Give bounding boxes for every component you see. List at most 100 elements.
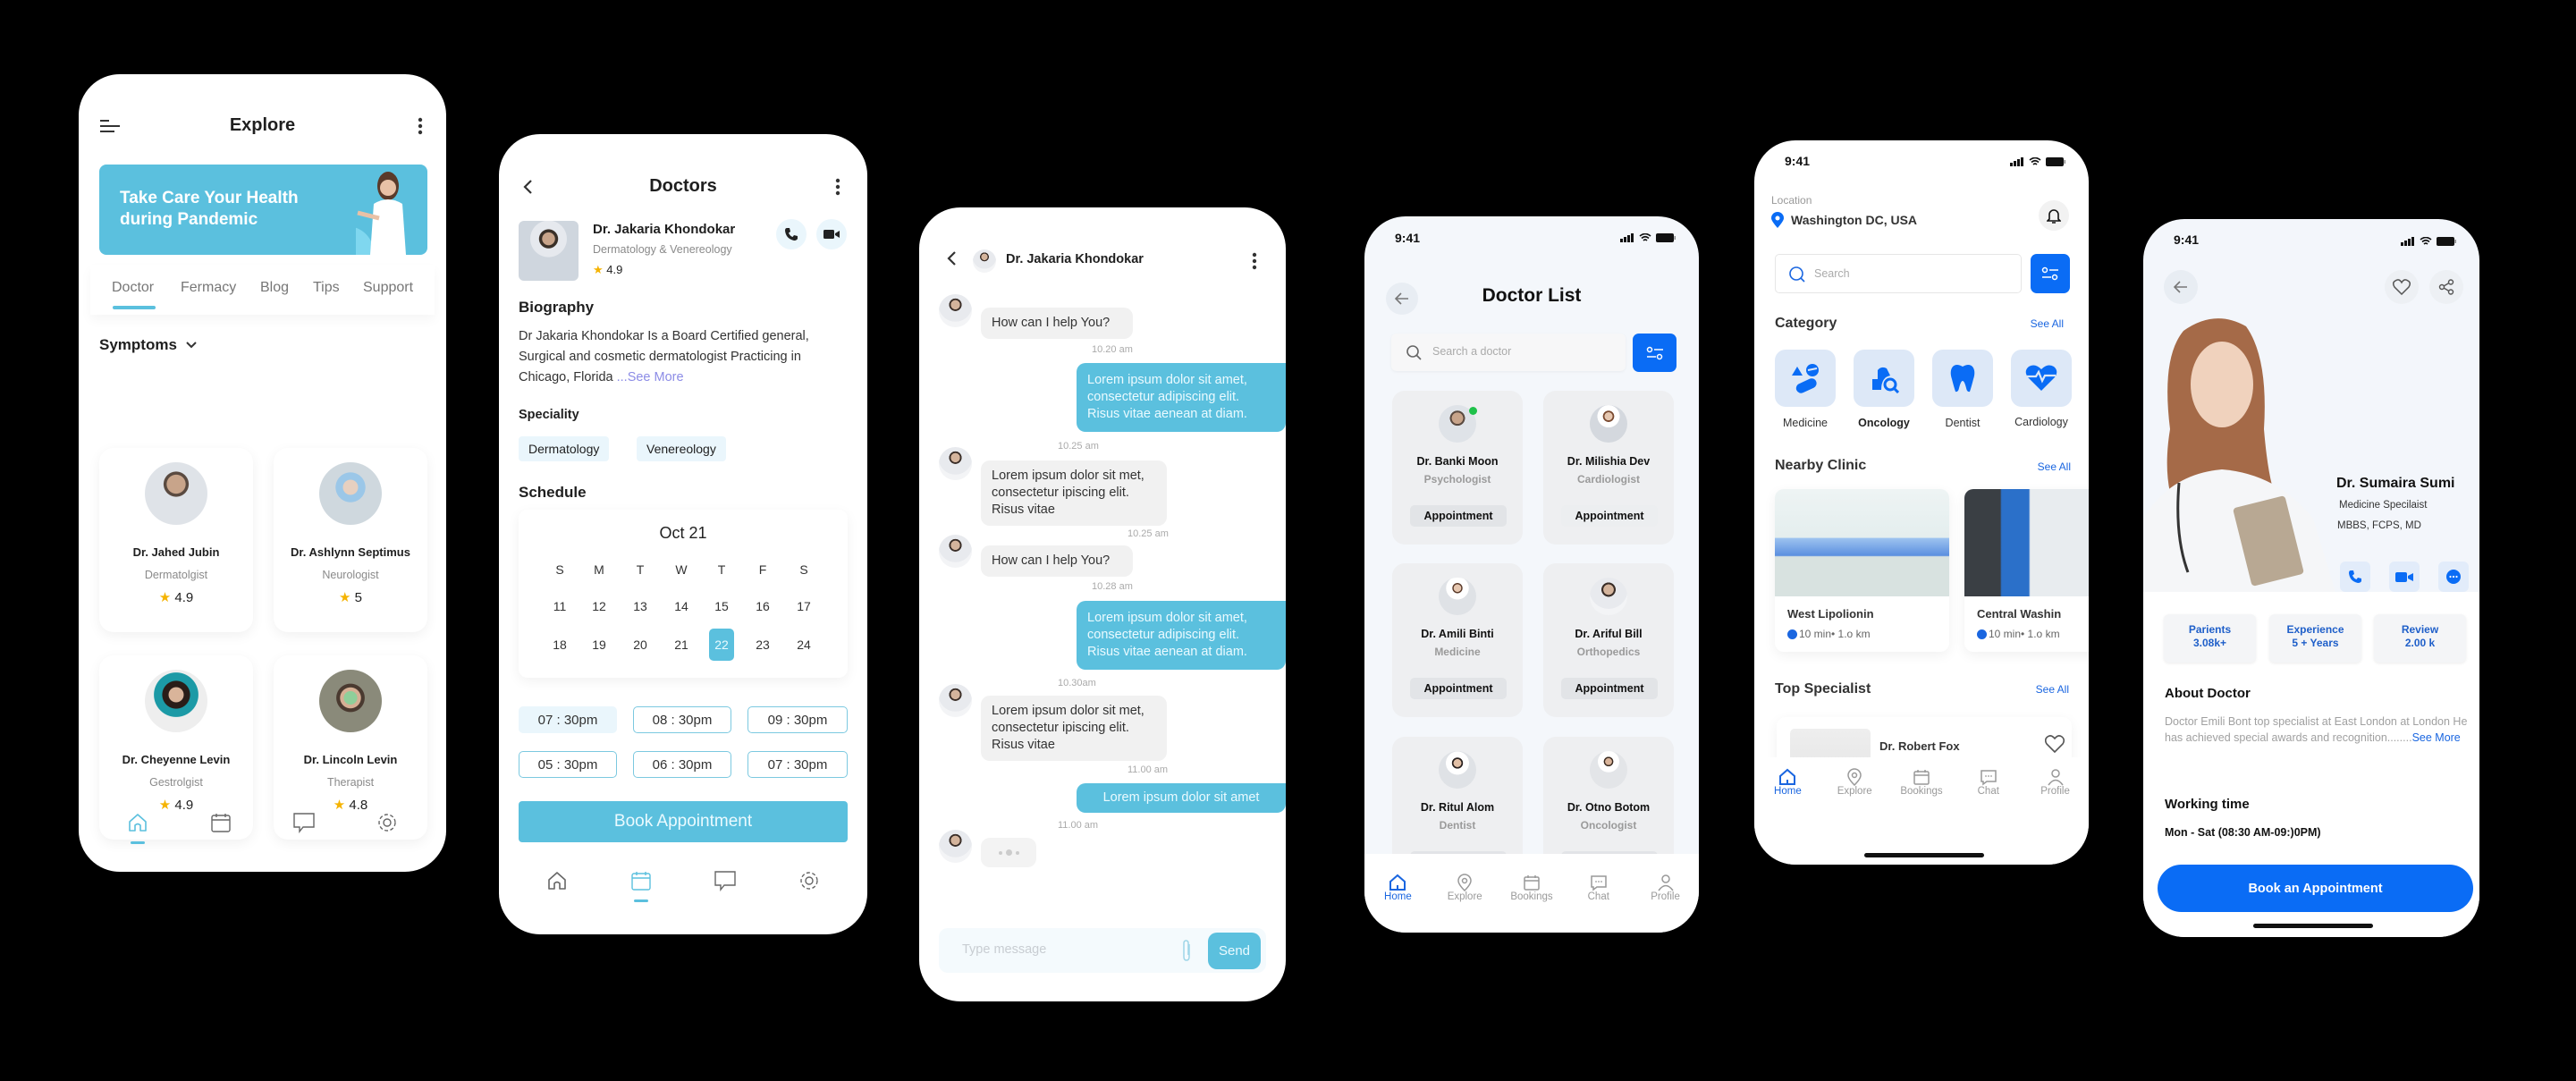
category-dentist[interactable]: [1932, 350, 1993, 407]
book-appointment-button[interactable]: Book Appointment: [519, 801, 848, 842]
tab-tips[interactable]: Tips: [313, 280, 340, 296]
favorite-icon[interactable]: [2045, 735, 2065, 753]
calendar-day[interactable]: 23: [750, 631, 775, 658]
see-all-categories-link[interactable]: See All: [2031, 317, 2064, 330]
nav-chat[interactable]: Chat: [1962, 768, 2015, 865]
nav-profile[interactable]: Profile: [1639, 874, 1693, 933]
settings-icon[interactable]: [797, 868, 822, 893]
calendar-day[interactable]: 24: [791, 631, 816, 658]
calendar-day[interactable]: 11: [547, 593, 572, 620]
notifications-button[interactable]: [2039, 200, 2069, 231]
appointment-button[interactable]: Appointment: [1561, 678, 1658, 699]
location-selector[interactable]: Washington DC, USA: [1771, 212, 1917, 228]
promo-banner[interactable]: Take Care Your Health during Pandemic: [99, 165, 427, 255]
time-slot[interactable]: 06 : 30pm: [633, 751, 731, 778]
call-button[interactable]: [776, 219, 807, 249]
send-button[interactable]: Send: [1208, 933, 1261, 969]
nav-home[interactable]: Home: [1761, 768, 1814, 865]
clinic-card[interactable]: West Lipolionin 10 min• 1.o km: [1775, 489, 1949, 652]
nav-profile[interactable]: Profile: [2029, 768, 2082, 865]
book-appointment-button[interactable]: Book an Appointment: [2158, 865, 2473, 912]
calendar-day[interactable]: 21: [669, 631, 694, 658]
more-icon[interactable]: [418, 117, 423, 135]
chat-icon[interactable]: [291, 810, 317, 835]
bottom-nav: [79, 809, 446, 844]
calendar-day[interactable]: 20: [628, 631, 653, 658]
home-icon[interactable]: [545, 868, 570, 893]
see-more-link[interactable]: ...See More: [617, 370, 684, 384]
calendar-day[interactable]: 17: [791, 593, 816, 620]
time-slot-selected[interactable]: 07 : 30pm: [519, 706, 617, 733]
nav-explore[interactable]: Explore: [1828, 768, 1881, 865]
attachment-icon[interactable]: [1181, 939, 1192, 962]
doctor-card[interactable]: Dr. Milishia Dev Cardiologist Appointmen…: [1543, 391, 1674, 545]
heart-icon: [2393, 279, 2411, 295]
back-button[interactable]: [2164, 270, 2198, 304]
nav-home[interactable]: Home: [1371, 874, 1424, 933]
see-all-specialists-link[interactable]: See All: [2036, 683, 2069, 696]
appointment-button[interactable]: Appointment: [1410, 505, 1507, 527]
search-input[interactable]: Search: [1775, 254, 2022, 293]
see-more-link[interactable]: See More: [2412, 731, 2461, 744]
calendar-icon[interactable]: [208, 810, 233, 835]
calendar-day[interactable]: 18: [547, 631, 572, 658]
time-slot[interactable]: 09 : 30pm: [747, 706, 848, 733]
doctor-avatar: [1590, 578, 1627, 615]
category-cardiology[interactable]: [2011, 350, 2072, 407]
nav-bookings[interactable]: Bookings: [1505, 874, 1558, 933]
time-slot[interactable]: 08 : 30pm: [633, 706, 731, 733]
weekday-label: F: [758, 562, 767, 577]
settings-icon[interactable]: [375, 810, 400, 835]
filter-button[interactable]: [1633, 334, 1677, 372]
doctor-card[interactable]: Dr. Jahed Jubin Dermatolgist ★ 4.9: [99, 448, 253, 632]
time-slot[interactable]: 05 : 30pm: [519, 751, 617, 778]
user-icon: [2047, 769, 2064, 786]
share-button[interactable]: [2429, 270, 2463, 304]
doctor-card[interactable]: Dr. Banki Moon Psychologist Appointment: [1392, 391, 1523, 545]
tab-support[interactable]: Support: [363, 280, 413, 296]
message-input[interactable]: Type message: [962, 942, 1046, 957]
clinic-card[interactable]: Central Washin 10 min• 1.o km: [1964, 489, 2089, 652]
speciality-chip[interactable]: Dermatology: [519, 436, 610, 461]
nav-explore[interactable]: Explore: [1438, 874, 1491, 933]
calendar-day[interactable]: 16: [750, 593, 775, 620]
more-icon[interactable]: [1252, 252, 1257, 270]
calendar-day[interactable]: 15: [709, 593, 734, 620]
calendar-day-selected[interactable]: 22: [709, 629, 734, 661]
see-all-clinics-link[interactable]: See All: [2038, 460, 2071, 473]
favorite-button[interactable]: [2385, 270, 2419, 304]
nav-chat[interactable]: Chat: [1572, 874, 1626, 933]
symptoms-dropdown[interactable]: Symptoms: [99, 336, 197, 354]
call-button[interactable]: [2340, 562, 2370, 592]
nav-bookings[interactable]: Bookings: [1895, 768, 1948, 865]
calendar-day[interactable]: 14: [669, 593, 694, 620]
tab-fermacy[interactable]: Fermacy: [181, 280, 236, 296]
time-slot[interactable]: 07 : 30pm: [747, 751, 848, 778]
appointment-button[interactable]: Appointment: [1561, 505, 1658, 527]
doctor-card[interactable]: Dr. Ariful Bill Orthopedics Appointment: [1543, 563, 1674, 717]
doctor-card[interactable]: Dr. Ashlynn Septimus Neurologist ★ 5: [274, 448, 427, 632]
category-medicine[interactable]: [1775, 350, 1836, 407]
doctor-card[interactable]: Dr. Amili Binti Medicine Appointment: [1392, 563, 1523, 717]
video-call-button[interactable]: [816, 219, 847, 249]
calendar-day[interactable]: 12: [587, 593, 612, 620]
calendar-day[interactable]: 13: [628, 593, 653, 620]
doctor-specialty: Medicine: [1434, 646, 1481, 658]
tab-blog[interactable]: Blog: [260, 280, 289, 296]
appointment-button[interactable]: Appointment: [1410, 678, 1507, 699]
home-icon: [1779, 768, 1796, 785]
more-icon[interactable]: [835, 178, 840, 196]
chat-icon[interactable]: [713, 868, 738, 893]
message-button[interactable]: [2438, 562, 2469, 592]
back-icon[interactable]: [946, 250, 957, 266]
search-input[interactable]: Search a doctor: [1391, 334, 1626, 371]
tab-doctor[interactable]: Doctor: [112, 280, 154, 296]
home-icon[interactable]: [125, 810, 150, 844]
filter-button[interactable]: [2031, 254, 2070, 293]
category-oncology[interactable]: [1854, 350, 1914, 407]
calendar-day[interactable]: 19: [587, 631, 612, 658]
calendar-icon[interactable]: [629, 868, 654, 902]
video-call-button[interactable]: [2389, 562, 2420, 592]
speciality-chip[interactable]: Venereology: [637, 436, 726, 461]
battery-icon: [2437, 237, 2456, 246]
